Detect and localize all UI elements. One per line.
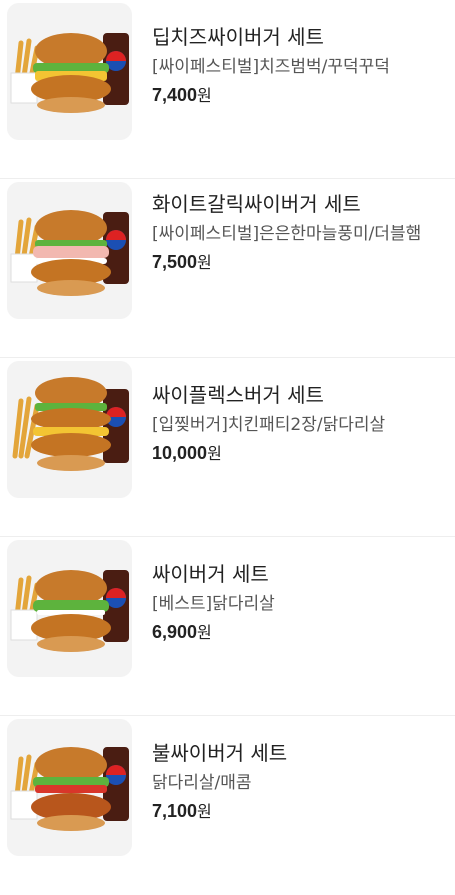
menu-item-price: 6,900원: [152, 621, 445, 644]
price-currency: 원: [207, 444, 222, 463]
price-currency: 원: [197, 623, 212, 642]
price-currency: 원: [197, 802, 212, 821]
burger-set-image[interactable]: [7, 719, 132, 856]
burger-set-image[interactable]: [7, 182, 132, 319]
menu-item-price: 7,400원: [152, 84, 445, 107]
price-currency: 원: [197, 86, 212, 105]
menu-item[interactable]: 싸이버거 세트 [베스트]닭다리살 6,900원: [0, 537, 455, 716]
menu-item[interactable]: 싸이플렉스버거 세트 [입찢버거]치킨패티2장/닭다리살 10,000원: [0, 358, 455, 537]
menu-item-info: 싸이버거 세트 [베스트]닭다리살 6,900원: [152, 561, 445, 644]
menu-item-info: 불싸이버거 세트 닭다리살/매콤 7,100원: [152, 740, 445, 823]
price-value: 7,500: [152, 252, 198, 272]
menu-item-name: 싸이버거 세트: [152, 562, 269, 586]
menu-item-name: 딥치즈싸이버거 세트: [152, 25, 324, 49]
menu-item-name: 싸이플렉스버거 세트: [152, 383, 324, 407]
menu-item-info: 싸이플렉스버거 세트 [입찢버거]치킨패티2장/닭다리살 10,000원: [152, 382, 445, 465]
menu-item-price: 7,500원: [152, 251, 445, 274]
menu-item-name: 불싸이버거 세트: [152, 741, 288, 765]
menu-item-price: 10,000원: [152, 442, 445, 465]
price-value: 10,000: [152, 443, 208, 463]
price-currency: 원: [197, 253, 212, 272]
menu-item-description: [싸이페스티벌]은은한마늘풍미/더블햄: [152, 224, 422, 244]
price-value: 6,900: [152, 622, 198, 642]
menu-item-info: 화이트갈릭싸이버거 세트 [싸이페스티벌]은은한마늘풍미/더블햄 7,500원: [152, 191, 445, 274]
menu-item-description: [베스트]닭다리살: [152, 594, 275, 614]
burger-set-image[interactable]: [7, 3, 132, 140]
menu-list: 딥치즈싸이버거 세트 [싸이페스티벌]치즈범벅/꾸덕꾸덕 7,400원 화이트갈…: [0, 0, 455, 895]
menu-item-name: 화이트갈릭싸이버거 세트: [152, 192, 361, 216]
menu-item-description: [입찢버거]치킨패티2장/닭다리살: [152, 415, 386, 435]
burger-set-image[interactable]: [7, 361, 132, 498]
menu-item[interactable]: 불싸이버거 세트 닭다리살/매콤 7,100원: [0, 716, 455, 895]
menu-item-description: 닭다리살/매콤: [152, 773, 252, 793]
menu-item[interactable]: 화이트갈릭싸이버거 세트 [싸이페스티벌]은은한마늘풍미/더블햄 7,500원: [0, 179, 455, 358]
menu-item-description: [싸이페스티벌]치즈범벅/꾸덕꾸덕: [152, 57, 390, 77]
menu-item-price: 7,100원: [152, 800, 445, 823]
price-value: 7,400: [152, 85, 198, 105]
menu-item-info: 딥치즈싸이버거 세트 [싸이페스티벌]치즈범벅/꾸덕꾸덕 7,400원: [152, 24, 445, 107]
menu-item[interactable]: 딥치즈싸이버거 세트 [싸이페스티벌]치즈범벅/꾸덕꾸덕 7,400원: [0, 0, 455, 179]
burger-set-image[interactable]: [7, 540, 132, 677]
price-value: 7,100: [152, 801, 198, 821]
